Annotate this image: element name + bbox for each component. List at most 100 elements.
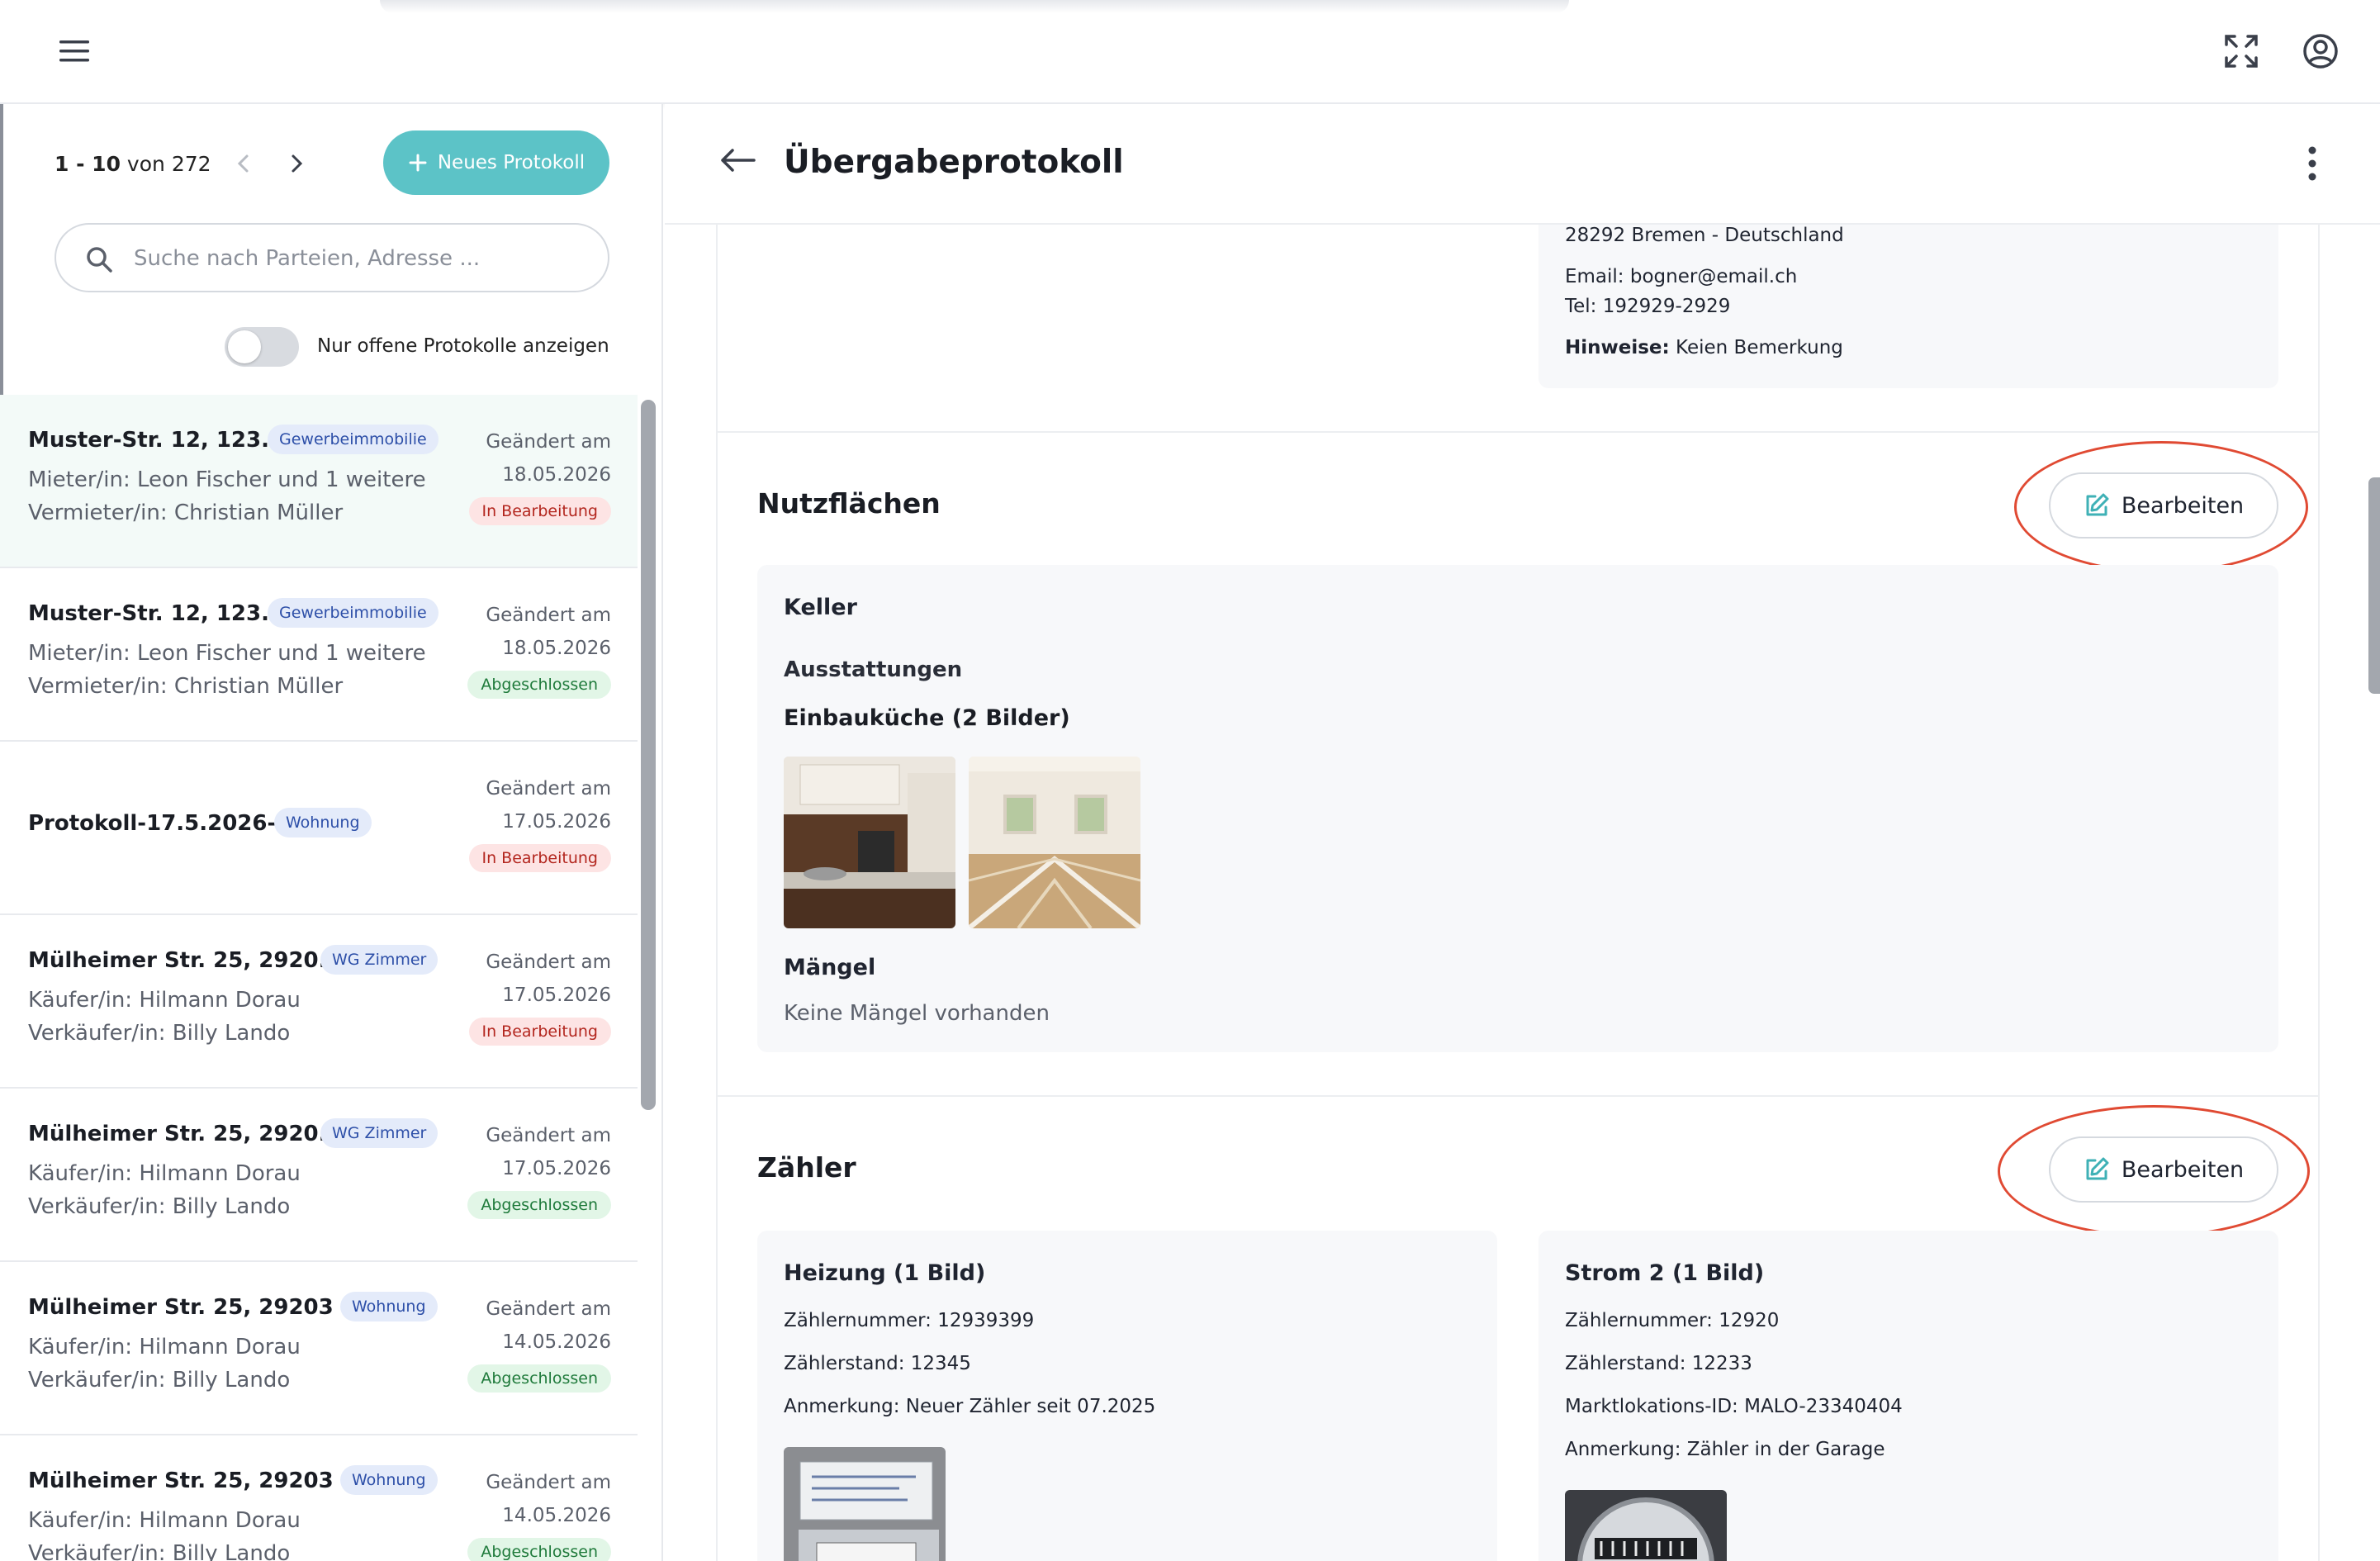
meter-note: Anmerkung: Neuer Zähler seit 07.2025 bbox=[784, 1396, 1156, 1417]
back-arrow-icon[interactable] bbox=[714, 144, 764, 177]
nutzflaechen-edit-button[interactable]: Bearbeiten bbox=[2049, 472, 2278, 539]
status-badge: Abgeschlossen bbox=[467, 1364, 611, 1393]
more-options-icon[interactable] bbox=[2300, 142, 2325, 185]
status-badge: Abgeschlossen bbox=[467, 1191, 611, 1219]
open-only-label: Nur offene Protokolle anzeigen bbox=[317, 335, 609, 357]
protocol-title: Protokoll-17.5.2026-2 bbox=[28, 811, 292, 836]
protocol-list-item[interactable]: Protokoll-17.5.2026-2 Wohnung Geändert am 1… bbox=[0, 742, 638, 915]
toggle-knob bbox=[228, 330, 261, 363]
pager-of: von bbox=[126, 152, 165, 176]
meter-card-power: Strom 2 (1 Bild) Zählernummer: 12920 Zäh… bbox=[1538, 1231, 2278, 1561]
detail-content: 28292 Bremen - Deutschland Email: bogner… bbox=[665, 225, 2380, 1561]
protocol-title: Mülheimer Str. 25, 2920... bbox=[28, 948, 344, 973]
protocol-party-2: Vermieter/in: Christian Müller bbox=[28, 501, 344, 525]
pager-next-icon[interactable] bbox=[284, 149, 309, 178]
equipment-heading: Ausstattungen bbox=[784, 657, 963, 682]
party-notes: Hinweise: Keien Bemerkung bbox=[1565, 337, 1843, 358]
pager-total: 272 bbox=[171, 152, 211, 176]
party-notes-value: Keien Bemerkung bbox=[1669, 337, 1843, 358]
protocol-party-1: Mieter/in: Leon Fischer und 1 weitere bbox=[28, 641, 426, 666]
party-city: 28292 Bremen - Deutschland bbox=[1565, 225, 1844, 246]
detail-header: Übergabeprotokoll bbox=[665, 104, 2380, 225]
pager-info: 1 - 10 von 272 bbox=[55, 152, 211, 176]
protocol-party-2: Verkäufer/in: Billy Lando bbox=[28, 1021, 291, 1046]
changed-label: Geändert am bbox=[486, 951, 611, 973]
protocol-party-1: Käufer/in: Hilmann Dorau bbox=[28, 1161, 301, 1186]
meter-title: Strom 2 (1 Bild) bbox=[1565, 1260, 1765, 1286]
meter-number: Zählernummer: 12920 bbox=[1565, 1310, 1780, 1331]
property-type-badge: Gewerbeimmobilie bbox=[268, 425, 439, 454]
kitchen-photo-thumbnail[interactable] bbox=[784, 757, 955, 928]
meter-market-location: Marktlokations-ID: MALO-23340404 bbox=[1565, 1396, 1903, 1417]
nutzflaechen-title: Nutzflächen bbox=[757, 487, 941, 520]
sidebar-scrollbar[interactable] bbox=[641, 400, 656, 1110]
panel-border bbox=[2318, 225, 2320, 1561]
zaehler-title: Zähler bbox=[757, 1151, 856, 1184]
content-scrollbar[interactable] bbox=[2368, 477, 2380, 694]
pager-prev-icon[interactable] bbox=[231, 149, 256, 178]
protocol-list-item[interactable]: Muster-Str. 12, 123... Gewerbeimmobilie Mi… bbox=[0, 395, 638, 568]
changed-label: Geändert am bbox=[486, 1125, 611, 1146]
search-box bbox=[55, 223, 609, 292]
search-icon bbox=[87, 247, 112, 273]
page-title: Übergabeprotokoll bbox=[784, 144, 1124, 181]
protocol-title: Muster-Str. 12, 123... bbox=[28, 601, 286, 626]
changed-date: 18.05.2026 bbox=[502, 464, 611, 486]
edit-label: Bearbeiten bbox=[2121, 1156, 2245, 1183]
property-type-badge: Wohnung bbox=[340, 1292, 438, 1321]
fullscreen-icon[interactable] bbox=[2220, 30, 2263, 73]
changed-date: 18.05.2026 bbox=[502, 638, 611, 659]
status-badge: In Bearbeitung bbox=[468, 844, 611, 872]
edit-icon bbox=[2086, 493, 2109, 516]
changed-label: Geändert am bbox=[486, 431, 611, 453]
protocol-title: Mülheimer Str. 25, 29203 ... bbox=[28, 1468, 366, 1493]
open-only-toggle[interactable] bbox=[225, 327, 299, 367]
party-notes-label: Hinweise: bbox=[1565, 337, 1670, 358]
protocol-list-item[interactable]: Mülheimer Str. 25, 2920... WG Zimmer Käufe… bbox=[0, 1089, 638, 1262]
protocol-party-2: Verkäufer/in: Billy Lando bbox=[28, 1541, 291, 1561]
changed-label: Geändert am bbox=[486, 605, 611, 626]
protocol-title: Mülheimer Str. 25, 2920... bbox=[28, 1122, 344, 1146]
protocol-title: Muster-Str. 12, 123... bbox=[28, 428, 286, 453]
top-shadow bbox=[380, 0, 1569, 13]
protocol-party-2: Vermieter/in: Christian Müller bbox=[28, 674, 344, 699]
party-contact-card: 28292 Bremen - Deutschland Email: bogner… bbox=[1538, 225, 2278, 388]
meter-number: Zählernummer: 12939399 bbox=[784, 1310, 1035, 1331]
heating-meter-photo[interactable] bbox=[784, 1447, 946, 1561]
new-protocol-label: Neues Protokoll bbox=[437, 152, 586, 173]
section-divider bbox=[718, 431, 2318, 433]
property-type-badge: Gewerbeimmobilie bbox=[268, 598, 439, 628]
protocol-list-item[interactable]: Mülheimer Str. 25, 29203 ... Wohnung Käufe… bbox=[0, 1435, 638, 1561]
changed-date: 17.05.2026 bbox=[502, 1158, 611, 1179]
account-icon[interactable] bbox=[2296, 26, 2345, 76]
defects-heading: Mängel bbox=[784, 955, 876, 980]
property-type-badge: WG Zimmer bbox=[320, 945, 439, 975]
meter-reading: Zählerstand: 12233 bbox=[1565, 1353, 1752, 1374]
protocol-party-1: Käufer/in: Hilmann Dorau bbox=[28, 1508, 301, 1533]
changed-date: 17.05.2026 bbox=[502, 811, 611, 833]
changed-label: Geändert am bbox=[486, 1298, 611, 1320]
protocol-list-item[interactable]: Muster-Str. 12, 123... Gewerbeimmobilie Mi… bbox=[0, 568, 638, 742]
protocol-sidebar: 1 - 10 von 272 Neues Protokoll Nur offen… bbox=[0, 104, 663, 1561]
nutzflaechen-card: Keller Ausstattungen Einbauküche (2 Bild… bbox=[757, 565, 2278, 1052]
protocol-list-item[interactable]: Mülheimer Str. 25, 2920... WG Zimmer Käufe… bbox=[0, 915, 638, 1089]
meter-note: Anmerkung: Zähler in der Garage bbox=[1565, 1439, 1885, 1460]
protocol-party-2: Verkäufer/in: Billy Lando bbox=[28, 1368, 291, 1393]
top-bar bbox=[0, 0, 2380, 104]
menu-icon[interactable] bbox=[51, 33, 96, 69]
section-divider bbox=[718, 1095, 2318, 1097]
search-input[interactable] bbox=[134, 238, 588, 279]
power-meter-photo[interactable] bbox=[1565, 1490, 1727, 1561]
room-name: Keller bbox=[784, 595, 857, 620]
protocol-list: Muster-Str. 12, 123... Gewerbeimmobilie Mi… bbox=[0, 395, 638, 1561]
protocol-list-item[interactable]: Mülheimer Str. 25, 29203 ... Wohnung Käufe… bbox=[0, 1262, 638, 1435]
equipment-item: Einbauküche (2 Bilder) bbox=[784, 705, 1070, 731]
new-protocol-button[interactable]: Neues Protokoll bbox=[383, 130, 609, 195]
party-phone: Tel: 192929-2929 bbox=[1565, 296, 1731, 317]
room-photo-thumbnail[interactable] bbox=[969, 757, 1140, 928]
zaehler-edit-button[interactable]: Bearbeiten bbox=[2049, 1136, 2278, 1203]
plus-icon bbox=[409, 154, 427, 172]
pager-range: 1 - 10 bbox=[55, 152, 121, 176]
protocol-party-1: Käufer/in: Hilmann Dorau bbox=[28, 988, 301, 1013]
party-email: Email: bogner@email.ch bbox=[1565, 266, 1798, 287]
